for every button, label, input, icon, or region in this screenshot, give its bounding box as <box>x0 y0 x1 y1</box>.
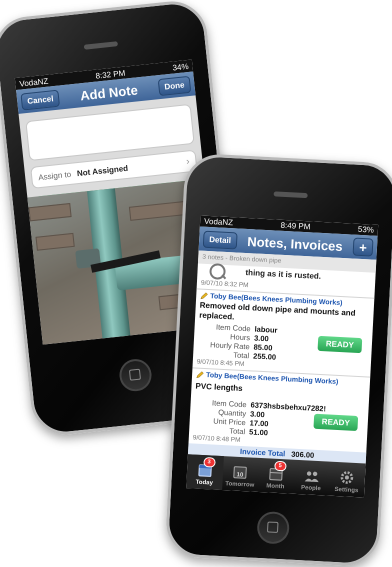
tab-people[interactable]: People <box>293 460 330 496</box>
done-button[interactable]: Done <box>157 75 192 96</box>
tab-month[interactable]: 5 Month <box>257 458 294 494</box>
list-item[interactable]: Toby Bee(Bees Knees Plumbing Works) Remo… <box>192 289 375 378</box>
detail-button[interactable]: Detail <box>202 230 238 249</box>
notes-invoices-screen: VodaNZ 8:49 PM 53% Detail Notes, Invoice… <box>186 215 379 498</box>
tab-today[interactable]: 3 Today <box>186 454 224 491</box>
pencil-icon <box>200 292 208 300</box>
calendar-icon: 10 <box>233 466 248 479</box>
carrier: VodaNZ <box>203 216 234 228</box>
tab-settings[interactable]: Settings <box>328 462 365 498</box>
invoice-total-value: 306.00 <box>291 449 315 460</box>
clock: 8:49 PM <box>280 220 311 232</box>
page-title: Add Note <box>79 81 139 103</box>
svg-text:10: 10 <box>237 472 245 478</box>
ready-button[interactable]: READY <box>313 413 359 431</box>
tab-tomorrow[interactable]: 10 Tomorrow <box>222 456 259 492</box>
ready-button[interactable]: READY <box>317 335 363 354</box>
front-phone: VodaNZ 8:49 PM 53% Detail Notes, Invoice… <box>164 152 392 567</box>
assign-to-label: Assign to <box>37 169 72 182</box>
people-icon <box>304 471 319 483</box>
add-button[interactable]: + <box>352 237 374 257</box>
battery: 53% <box>357 224 375 235</box>
badge: 3 <box>202 457 216 468</box>
battery: 34% <box>172 61 189 73</box>
search-icon <box>209 263 226 280</box>
cancel-button[interactable]: Cancel <box>20 89 61 111</box>
assign-to-value: Not Assigned <box>76 163 129 178</box>
gear-icon <box>340 471 354 484</box>
pencil-icon <box>196 371 204 379</box>
page-title: Notes, Invoices <box>246 233 344 254</box>
badge: 5 <box>273 460 287 472</box>
list-item[interactable]: Toby Bee(Bees Knees Plumbing Works) PVC … <box>189 368 371 452</box>
